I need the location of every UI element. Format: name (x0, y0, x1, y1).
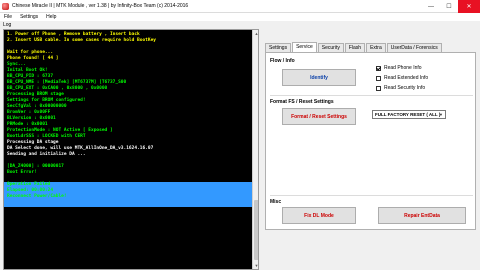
log-label: Log (3, 22, 12, 28)
divider (270, 95, 473, 96)
app-window: Chinese Miracle II | MTK Module , ver 1.… (0, 0, 480, 270)
read-extended-info-label: Read Extended Info (384, 75, 429, 81)
tab-flash[interactable]: Flash (344, 43, 366, 52)
menu-settings[interactable]: Settings (20, 14, 38, 20)
read-phone-info-label: Read Phone Info (384, 65, 422, 71)
maximize-icon[interactable]: ☐ (440, 0, 458, 13)
repair-entdata-button[interactable]: Repair EntData (378, 207, 466, 224)
service-panel: Flow / Info Identify Read Phone Info Rea… (265, 52, 476, 230)
tab-strip: Settings Service Security Flash Extra Us… (265, 42, 443, 52)
tab-settings[interactable]: Settings (265, 43, 292, 52)
checkbox-unchecked-icon (376, 75, 381, 81)
format-mode-value: FULL FACTORY RESET ( ALL ) (375, 112, 441, 117)
window-controls: — ☐ ✕ (422, 0, 480, 13)
read-security-info-checkbox[interactable]: Read Security Info (376, 85, 425, 91)
title-bar: Chinese Miracle II | MTK Module , ver 1.… (0, 0, 480, 13)
app-icon (2, 2, 9, 10)
window-title: Chinese Miracle II | MTK Module , ver 1.… (12, 3, 189, 9)
read-extended-info-checkbox[interactable]: Read Extended Info (376, 75, 428, 81)
chevron-down-icon[interactable]: ▼ (438, 112, 444, 118)
menu-file[interactable]: File (4, 14, 12, 20)
tab-security[interactable]: Security (317, 43, 344, 52)
minimize-icon[interactable]: — (422, 0, 440, 13)
log-line: Sending and initialize DA ... (7, 152, 86, 157)
log-line: 2. Insert USB cable. In some cases requi… (7, 38, 157, 43)
log-pane[interactable]: 1. Power off Phone , Remove battery , In… (3, 29, 259, 270)
menu-bar: File Settings Help (0, 13, 480, 21)
log-line: Reconnect Power/Cable! (7, 194, 67, 199)
log-line: Boot Error! (7, 170, 37, 175)
misc-label: Misc (270, 199, 282, 205)
menu-help[interactable]: Help (46, 14, 56, 20)
close-icon[interactable]: ✕ (458, 0, 480, 13)
divider (270, 195, 473, 196)
read-security-info-label: Read Security Info (384, 85, 426, 91)
log-scrollbar[interactable]: ▲ ▼ (252, 30, 258, 269)
scroll-down-icon[interactable]: ▼ (253, 262, 258, 269)
flow-info-label: Flow / Info (270, 58, 295, 64)
format-mode-select[interactable]: FULL FACTORY RESET ( ALL ) ▼ (372, 110, 446, 119)
read-phone-info-checkbox[interactable]: Read Phone Info (376, 65, 422, 71)
scroll-thumb[interactable] (254, 200, 258, 260)
checkbox-checked-icon (376, 65, 381, 71)
tab-userdata-forensics[interactable]: UserData / Forensics (386, 43, 442, 52)
scroll-up-icon[interactable]: ▲ (253, 30, 258, 37)
tab-extra[interactable]: Extra (366, 43, 386, 52)
fix-dl-mode-button[interactable]: Fix DL Mode (282, 207, 356, 224)
format-reset-button[interactable]: Format / Reset Settings (282, 108, 356, 125)
checkbox-unchecked-icon (376, 85, 381, 91)
tab-service[interactable]: Service (292, 42, 317, 52)
identify-button[interactable]: Identify (282, 69, 356, 86)
format-reset-label: Format FS / Reset Settings (270, 99, 334, 105)
